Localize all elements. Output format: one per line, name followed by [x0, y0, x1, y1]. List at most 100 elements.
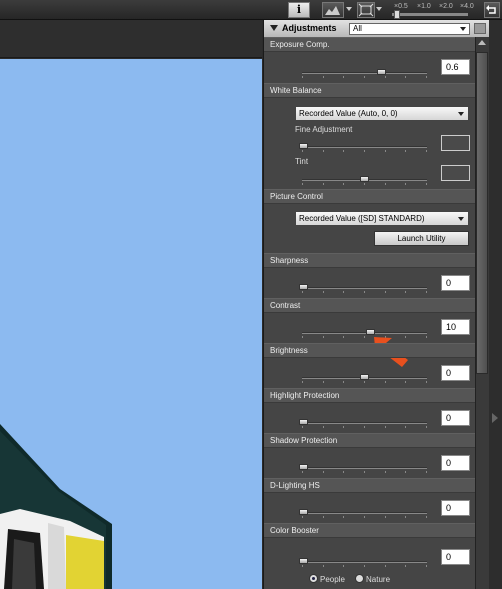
- chevron-down-icon: [460, 27, 466, 31]
- brightness-slider-handle[interactable]: [360, 374, 369, 380]
- highlight-protection-handle[interactable]: [299, 419, 308, 425]
- section-header-d-lighting[interactable]: D-Lighting HS: [264, 478, 475, 493]
- section-header-contrast[interactable]: Contrast: [264, 298, 475, 313]
- slider-tick: [405, 150, 406, 152]
- slider-tick: [385, 516, 386, 518]
- shadow-protection-slider[interactable]: [302, 467, 427, 473]
- fine-adjustment-handle[interactable]: [299, 143, 308, 149]
- slider-tick: [426, 291, 427, 293]
- histogram-dropdown-arrow-icon[interactable]: [346, 7, 352, 11]
- slider-tick: [302, 381, 303, 383]
- slider-tick: [426, 565, 427, 567]
- fit-screen-button[interactable]: [357, 2, 375, 18]
- zoom-label-05: ×0.5: [394, 3, 408, 10]
- slider-tick: [426, 426, 427, 428]
- slider-tick: [302, 565, 303, 567]
- shadow-protection-handle[interactable]: [299, 464, 308, 470]
- people-radio[interactable]: [309, 574, 318, 583]
- panel-options-icon[interactable]: [474, 23, 486, 34]
- color-booster-slider[interactable]: [302, 561, 427, 567]
- collapse-triangle-icon[interactable]: [270, 25, 278, 31]
- expand-panel-arrow-icon[interactable]: [492, 413, 498, 423]
- section-header-highlight-protection[interactable]: Highlight Protection: [264, 388, 475, 403]
- fit-screen-icon: [358, 3, 374, 17]
- scroll-up-icon[interactable]: [478, 40, 486, 45]
- d-lighting-slider[interactable]: [302, 512, 427, 518]
- highlight-protection-slider[interactable]: [302, 422, 427, 428]
- slider-tick: [323, 183, 324, 185]
- fine-adjustment-field[interactable]: [441, 135, 470, 151]
- brightness-value-field[interactable]: 0: [441, 365, 470, 381]
- nature-radio[interactable]: [355, 574, 364, 583]
- exposure-slider-handle[interactable]: [377, 69, 386, 75]
- adjustments-filter-select[interactable]: All: [349, 23, 470, 35]
- slider-tick: [364, 381, 365, 383]
- sharpness-slider[interactable]: [302, 287, 427, 293]
- sharpness-value-field[interactable]: 0: [441, 275, 470, 291]
- color-booster-field[interactable]: 0: [441, 549, 470, 565]
- slider-tick: [385, 291, 386, 293]
- exposure-slider[interactable]: [302, 72, 427, 78]
- slider-tick: [302, 336, 303, 338]
- nature-radio-label: Nature: [366, 575, 391, 584]
- fine-adjustment-label: Fine Adjustment: [295, 125, 353, 134]
- slider-tick: [343, 471, 344, 473]
- slider-tick: [405, 565, 406, 567]
- color-booster-handle[interactable]: [299, 558, 308, 564]
- zoom-label-10: ×1.0: [417, 3, 431, 10]
- launch-utility-button[interactable]: Launch Utility: [374, 231, 469, 246]
- exposure-value-field[interactable]: 0.6: [441, 59, 470, 75]
- slider-tick: [364, 471, 365, 473]
- panel-title: Adjustments: [282, 23, 337, 33]
- section-header-color-booster[interactable]: Color Booster: [264, 523, 475, 538]
- section-header-picture-control[interactable]: Picture Control: [264, 189, 475, 204]
- scrollbar-thumb[interactable]: [476, 52, 488, 374]
- tint-label: Tint: [295, 157, 309, 166]
- d-lighting-handle[interactable]: [299, 509, 308, 515]
- contrast-value-field[interactable]: 10: [441, 319, 470, 335]
- zoom-slider-handle[interactable]: [394, 10, 400, 19]
- slider-tick: [323, 336, 324, 338]
- slider-tick: [405, 76, 406, 78]
- highlight-protection-field[interactable]: 0: [441, 410, 470, 426]
- rotate-button[interactable]: [484, 2, 500, 18]
- slider-tick: [343, 291, 344, 293]
- slider-tick: [364, 516, 365, 518]
- section-header-exposure[interactable]: Exposure Comp.: [264, 37, 475, 52]
- slider-tick: [405, 291, 406, 293]
- slider-tick: [426, 76, 427, 78]
- slider-tick: [426, 516, 427, 518]
- white-balance-value: Recorded Value (Auto, 0, 0): [299, 109, 398, 118]
- slider-tick: [385, 381, 386, 383]
- picture-control-dropdown[interactable]: Recorded Value ([SD] STANDARD): [295, 211, 469, 226]
- zoom-slider[interactable]: [392, 13, 468, 16]
- slider-tick: [405, 183, 406, 185]
- info-button[interactable]: i: [288, 2, 310, 18]
- slider-tick: [302, 471, 303, 473]
- histogram-button[interactable]: [322, 2, 344, 18]
- slider-tick: [385, 471, 386, 473]
- d-lighting-field[interactable]: 0: [441, 500, 470, 516]
- chevron-down-icon: [458, 112, 464, 116]
- fine-adjustment-slider[interactable]: [302, 146, 427, 152]
- section-header-white-balance[interactable]: White Balance: [264, 83, 475, 98]
- image-viewer[interactable]: [0, 59, 262, 589]
- section-header-brightness[interactable]: Brightness: [264, 343, 475, 358]
- shadow-protection-field[interactable]: 0: [441, 455, 470, 471]
- panel-header[interactable]: Adjustments All: [264, 20, 490, 37]
- section-header-sharpness[interactable]: Sharpness: [264, 253, 475, 268]
- zoom-label-20: ×2.0: [439, 3, 453, 10]
- section-header-shadow-protection[interactable]: Shadow Protection: [264, 433, 475, 448]
- slider-tick: [426, 471, 427, 473]
- tint-slider-handle[interactable]: [360, 176, 369, 182]
- slider-tick: [302, 426, 303, 428]
- slider-tick: [343, 516, 344, 518]
- slider-tick: [343, 150, 344, 152]
- sharpness-slider-handle[interactable]: [299, 284, 308, 290]
- slider-tick: [405, 471, 406, 473]
- slider-tick: [323, 291, 324, 293]
- white-balance-dropdown[interactable]: Recorded Value (Auto, 0, 0): [295, 106, 469, 121]
- fit-dropdown-arrow-icon[interactable]: [376, 7, 382, 11]
- tint-field[interactable]: [441, 165, 470, 181]
- slider-tick: [364, 426, 365, 428]
